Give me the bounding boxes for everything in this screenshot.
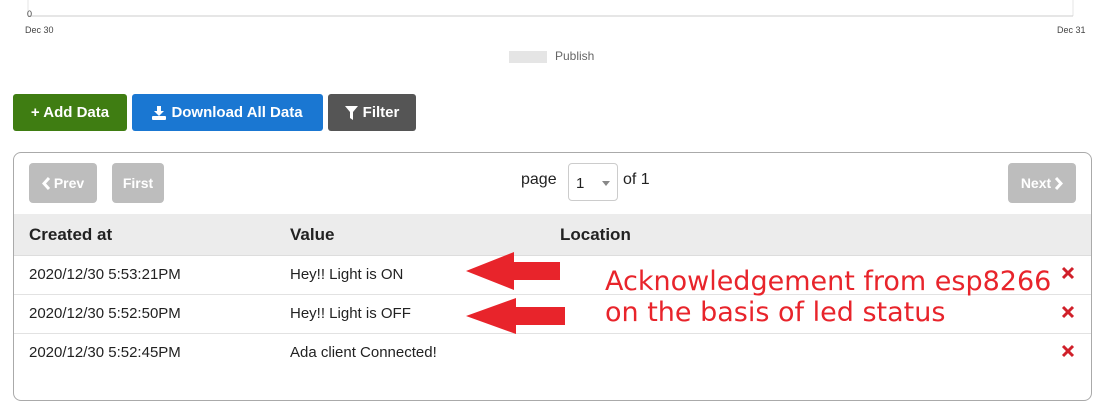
filter-button[interactable]: Filter — [328, 94, 416, 131]
value-cell: Ada client Connected! — [290, 344, 437, 361]
created-at-cell: 2020/12/30 5:52:50PM — [29, 305, 181, 322]
next-button[interactable]: Next — [1008, 163, 1076, 203]
x-tick-label-start: Dec 30 — [25, 25, 54, 35]
x-tick-label-end: Dec 31 — [1057, 25, 1086, 35]
value-cell: Hey!! Light is OFF — [290, 305, 411, 322]
table-row: 2020/12/30 5:52:45PM Ada client Connecte… — [14, 333, 1091, 372]
created-at-cell: 2020/12/30 5:53:21PM — [29, 266, 181, 283]
prev-button[interactable]: Prev — [29, 163, 97, 203]
caret-down-icon — [602, 181, 610, 186]
annotation-text: Acknowledgement from esp8266 on the basi… — [605, 266, 1051, 328]
delete-icon[interactable] — [1061, 266, 1075, 280]
column-header-value[interactable]: Value — [290, 225, 334, 245]
y-tick-label: 0 — [27, 9, 33, 19]
download-icon — [152, 105, 167, 120]
chevron-left-icon — [41, 176, 50, 190]
page-select[interactable]: 1 — [568, 163, 618, 201]
chevron-right-icon — [1055, 176, 1064, 190]
download-all-data-button[interactable]: Download All Data — [132, 94, 323, 131]
first-button[interactable]: First — [112, 163, 164, 203]
prev-label: Prev — [53, 175, 85, 191]
table-header: Created at Value Location — [14, 214, 1091, 256]
chart-axis — [27, 0, 1074, 17]
first-label: First — [122, 175, 154, 191]
page-count-label: of 1 — [623, 171, 650, 188]
legend-label[interactable]: Publish — [555, 49, 594, 63]
add-data-button[interactable]: + Add Data — [13, 94, 127, 131]
download-all-data-label: Download All Data — [171, 104, 303, 121]
annotation-arrow-icon — [466, 252, 560, 290]
page-label: page — [521, 171, 557, 188]
chart-area: 0 Dec 30 Dec 31 — [0, 0, 1101, 70]
annotation-arrow-icon — [466, 298, 565, 334]
annotation-line-1: Acknowledgement from esp8266 — [605, 266, 1052, 297]
legend-swatch — [509, 51, 547, 63]
column-header-created-at[interactable]: Created at — [29, 225, 112, 245]
add-data-label: + Add Data — [30, 104, 110, 121]
annotation-line-2: on the basis of led status — [605, 297, 946, 328]
value-cell: Hey!! Light is ON — [290, 266, 404, 283]
filter-label: Filter — [362, 104, 400, 121]
delete-icon[interactable] — [1061, 305, 1075, 319]
delete-icon[interactable] — [1061, 344, 1075, 358]
next-label: Next — [1020, 175, 1052, 191]
column-header-location[interactable]: Location — [560, 225, 631, 245]
created-at-cell: 2020/12/30 5:52:45PM — [29, 344, 181, 361]
page-select-value: 1 — [576, 175, 585, 192]
filter-icon — [344, 105, 358, 120]
